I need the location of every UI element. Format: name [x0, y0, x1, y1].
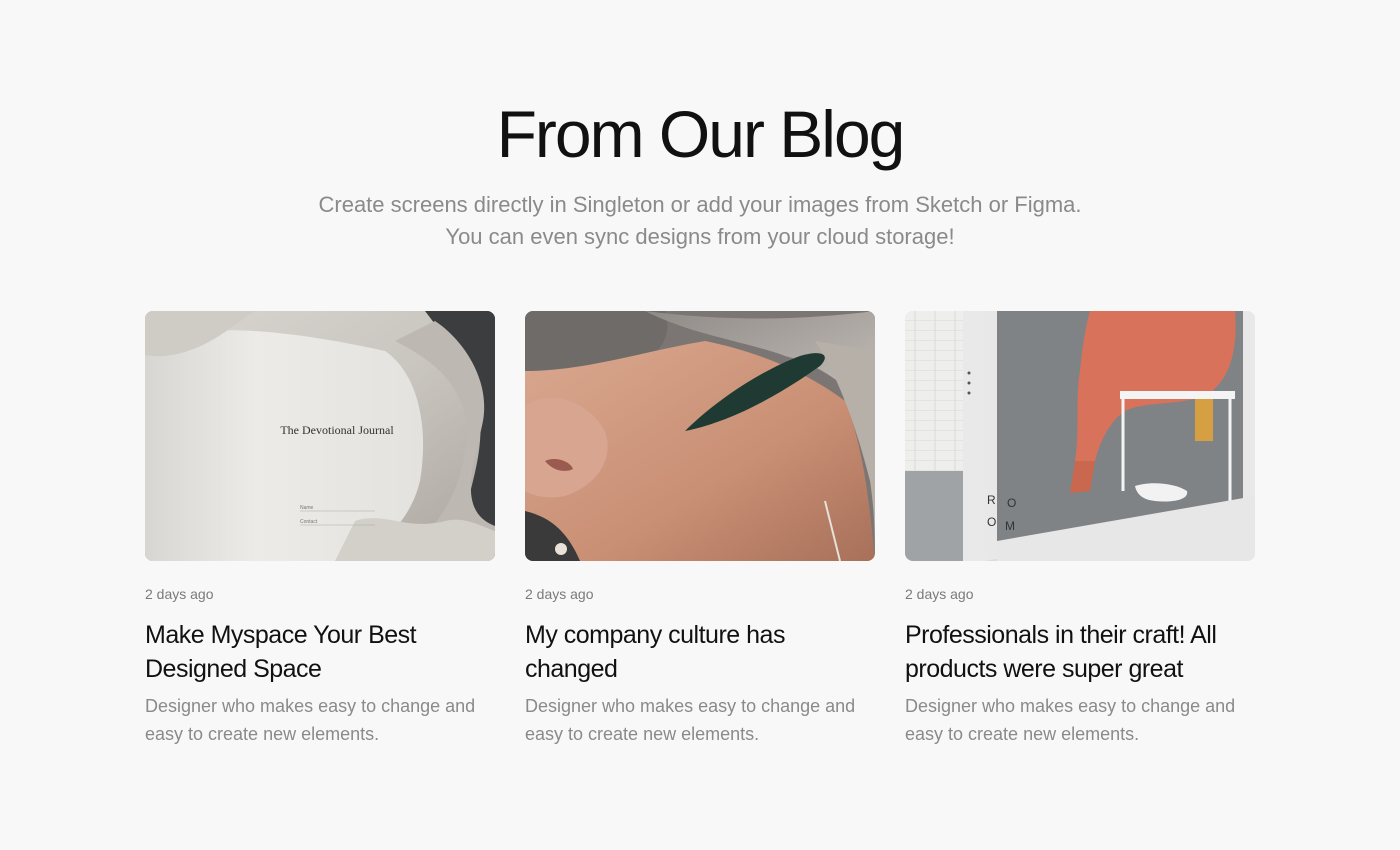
blog-card-image[interactable]: The Devotional Journal Name Contact: [145, 311, 495, 561]
door-letter-r: R: [987, 493, 996, 507]
blog-card-list: The Devotional Journal Name Contact 2 da…: [145, 311, 1255, 748]
blog-card-image[interactable]: [525, 311, 875, 561]
post-excerpt: Designer who makes easy to change and ea…: [905, 696, 1236, 744]
post-date: 2 days ago: [145, 586, 214, 602]
portrait-photo: [525, 311, 875, 561]
post-date: 2 days ago: [905, 586, 974, 602]
section-heading: From Our Blog: [496, 97, 906, 171]
door-letter-o: O: [987, 515, 996, 529]
post-title[interactable]: My company culture has changed: [525, 618, 875, 686]
blog-card[interactable]: 2 days ago My company culture has change…: [525, 311, 875, 748]
post-title[interactable]: Professionals in their craft! All produc…: [905, 618, 1255, 686]
section-subtitle: Create screens directly in Singleton or …: [318, 192, 1082, 249]
blog-section: From Our Blog Create screens directly in…: [0, 0, 1400, 850]
journal-field-contact: Contact: [300, 519, 318, 525]
blog-card[interactable]: R O O M 2 days ago Professionals in thei…: [905, 311, 1255, 748]
post-title[interactable]: Make Myspace Your Best Designed Space: [145, 618, 495, 686]
journal-title-text: The Devotional Journal: [280, 423, 394, 437]
door-letter-o: O: [1007, 496, 1016, 510]
journal-field-name: Name: [300, 505, 314, 511]
post-date: 2 days ago: [525, 586, 594, 602]
room-photo: R O O M: [905, 311, 1255, 561]
blog-card-image[interactable]: R O O M: [905, 311, 1255, 561]
journal-photo: The Devotional Journal Name Contact: [145, 311, 495, 561]
door-letter-m: M: [1005, 519, 1015, 533]
blog-card[interactable]: The Devotional Journal Name Contact 2 da…: [145, 311, 495, 748]
post-excerpt: Designer who makes easy to change and ea…: [145, 696, 476, 744]
post-excerpt: Designer who makes easy to change and ea…: [525, 696, 856, 744]
